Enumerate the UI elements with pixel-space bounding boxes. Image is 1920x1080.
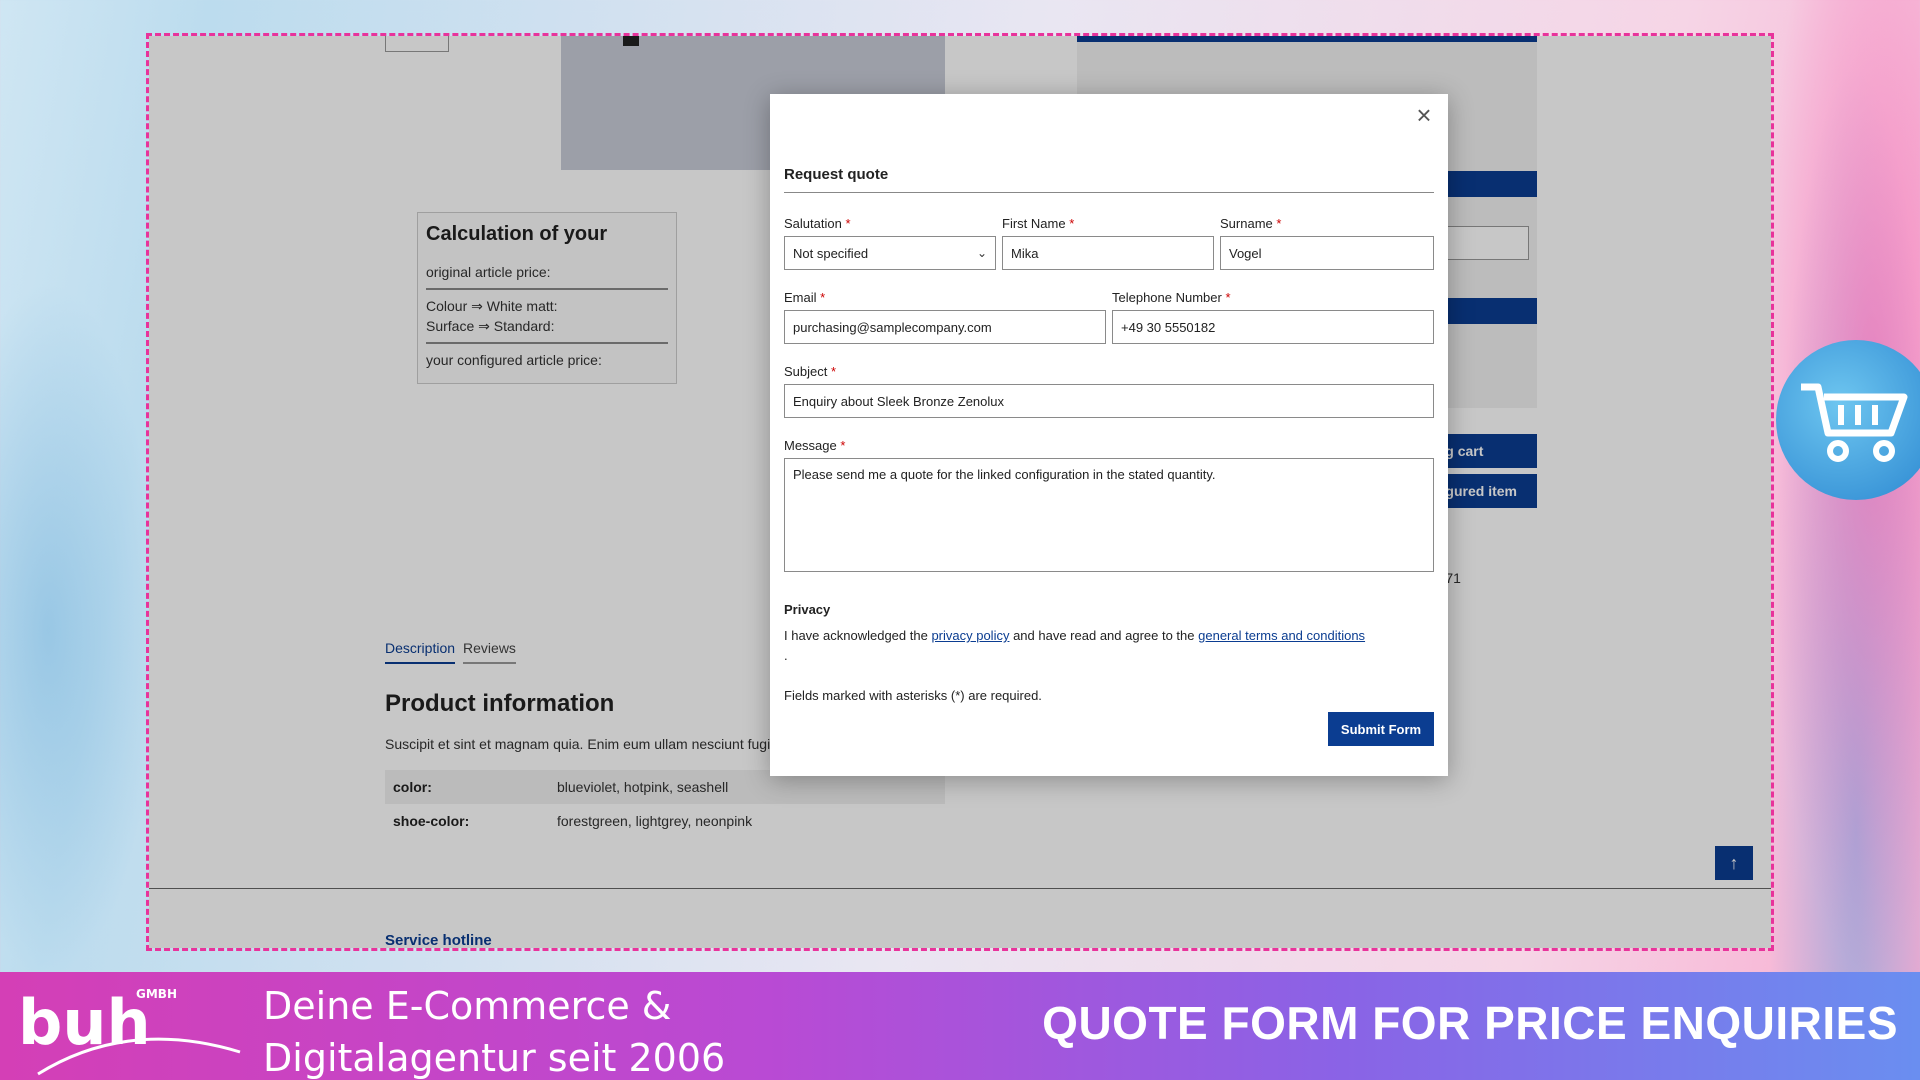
- privacy-text: I have acknowledged the privacy policy a…: [784, 628, 1366, 663]
- surname-label: Surname *: [1220, 216, 1282, 231]
- telephone-label: Telephone Number *: [1112, 290, 1231, 305]
- terms-link[interactable]: general terms and conditions: [1198, 628, 1365, 643]
- subject-input[interactable]: Enquiry about Sleek Bronze Zenolux: [784, 384, 1434, 418]
- banner-headline: QUOTE FORM FOR PRICE ENQUIRIES: [1042, 997, 1898, 1049]
- privacy-policy-link[interactable]: privacy policy: [931, 628, 1009, 643]
- email-label: Email *: [784, 290, 826, 305]
- salutation-label: Salutation *: [784, 216, 851, 231]
- background-decoration-left: [0, 280, 160, 980]
- close-icon[interactable]: ×: [1412, 102, 1436, 128]
- website-screenshot-frame: Calculation of your original article pri…: [146, 33, 1774, 951]
- submit-form-button[interactable]: Submit Form: [1328, 712, 1434, 746]
- required-fields-note: Fields marked with asterisks (*) are req…: [784, 688, 1042, 703]
- telephone-input[interactable]: +49 30 5550182: [1112, 310, 1434, 344]
- first-name-label: First Name *: [1002, 216, 1075, 231]
- salutation-select[interactable]: Not specified ⌄: [784, 236, 996, 270]
- agency-tagline: Deine E-Commerce & Digitalagentur seit 2…: [263, 984, 726, 1080]
- company-logo: buh GMBH: [18, 986, 241, 1076]
- surname-input[interactable]: Vogel: [1220, 236, 1434, 270]
- subject-label: Subject *: [784, 364, 837, 379]
- divider: [784, 192, 1434, 193]
- privacy-heading: Privacy: [784, 602, 831, 617]
- svg-text:GMBH: GMBH: [136, 987, 177, 1001]
- promo-banner: buh GMBH Deine E-Commerce & Digitalagent…: [0, 972, 1920, 1080]
- message-textarea[interactable]: Please send me a quote for the linked co…: [784, 458, 1434, 572]
- modal-title: Request quote: [784, 166, 889, 183]
- chevron-down-icon: ⌄: [976, 246, 987, 260]
- message-label: Message *: [784, 438, 846, 453]
- svg-text:buh: buh: [18, 986, 151, 1059]
- request-quote-modal: × Request quote Salutation * Not specifi…: [770, 94, 1448, 776]
- first-name-input[interactable]: Mika: [1002, 236, 1214, 270]
- email-field[interactable]: purchasing@samplecompany.com: [784, 310, 1106, 344]
